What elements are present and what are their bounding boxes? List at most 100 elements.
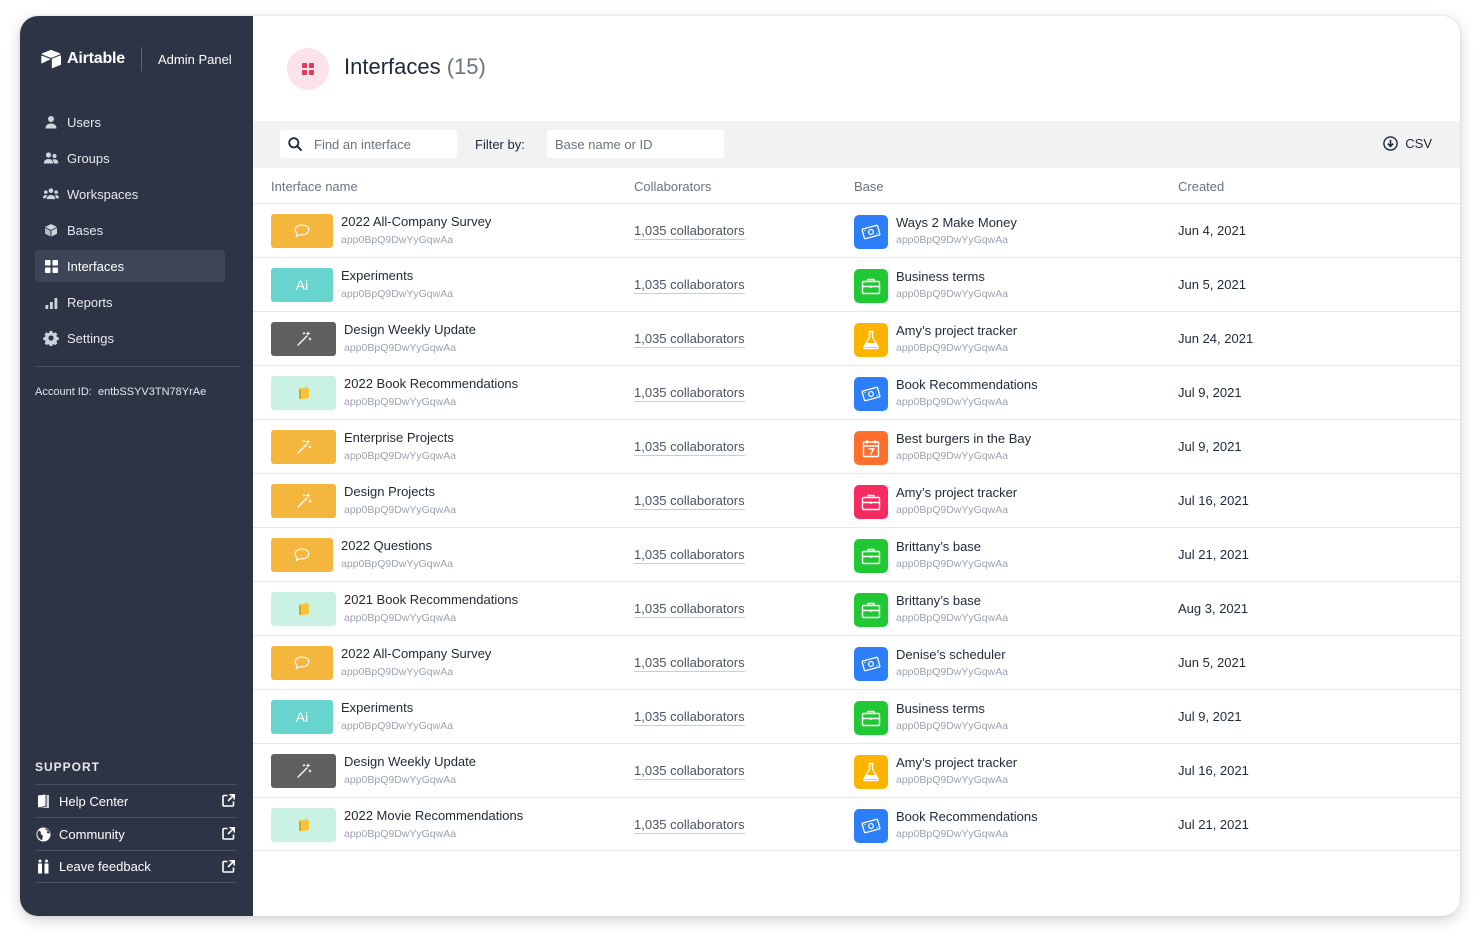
base-icon bbox=[854, 323, 888, 357]
interface-thumbnail[interactable]: Ai bbox=[271, 268, 333, 302]
external-link-icon bbox=[222, 827, 235, 840]
collaborators-link[interactable]: 1,035 collaborators bbox=[634, 493, 745, 510]
table-row[interactable]: 2022 Movie Recommendations app0BpQ9DwYyG… bbox=[253, 797, 1460, 851]
interface-thumbnail[interactable] bbox=[271, 646, 333, 680]
csv-export-button[interactable]: CSV bbox=[1383, 136, 1432, 151]
help-center-link[interactable]: Help Center bbox=[35, 784, 237, 817]
created-date: Jun 4, 2021 bbox=[1178, 223, 1246, 238]
interface-name[interactable]: 2022 Movie Recommendations bbox=[344, 808, 523, 823]
column-header-name[interactable]: Interface name bbox=[271, 179, 358, 194]
column-header-base[interactable]: Base bbox=[854, 179, 884, 194]
interface-thumbnail[interactable] bbox=[271, 808, 336, 842]
table-row[interactable]: Ai Experiments app0BpQ9DwYyGqwAa 1,035 c… bbox=[253, 689, 1460, 743]
interface-thumbnail[interactable] bbox=[271, 376, 336, 410]
table-row[interactable]: 2022 All-Company Survey app0BpQ9DwYyGqwA… bbox=[253, 203, 1460, 257]
collaborators-link[interactable]: 1,035 collaborators bbox=[634, 385, 745, 402]
interface-name[interactable]: 2022 Questions bbox=[341, 538, 432, 553]
base-name[interactable]: Denise’s scheduler bbox=[896, 647, 1006, 662]
created-date: Jul 16, 2021 bbox=[1178, 763, 1249, 778]
sidebar-item-bases[interactable]: Bases bbox=[35, 214, 225, 246]
interface-id: app0BpQ9DwYyGqwAa bbox=[344, 774, 457, 786]
main-content: Interfaces (15) Find an interface Filter… bbox=[253, 16, 1460, 916]
base-filter-input[interactable]: Base name or ID bbox=[547, 130, 724, 158]
interface-thumbnail[interactable] bbox=[271, 322, 336, 356]
created-date: Jun 5, 2021 bbox=[1178, 655, 1246, 670]
base-id: app0BpQ9DwYyGqwAa bbox=[896, 504, 1009, 516]
collaborators-link[interactable]: 1,035 collaborators bbox=[634, 277, 745, 294]
interface-thumbnail[interactable]: Ai bbox=[271, 700, 333, 734]
base-name[interactable]: Amy’s project tracker bbox=[896, 755, 1017, 770]
interfaces-grid-icon bbox=[287, 48, 329, 90]
interface-thumbnail[interactable] bbox=[271, 484, 336, 518]
sidebar-item-label: Settings bbox=[67, 330, 114, 346]
column-header-created[interactable]: Created bbox=[1178, 179, 1224, 194]
base-name[interactable]: Book Recommendations bbox=[896, 377, 1038, 392]
base-name[interactable]: Amy’s project tracker bbox=[896, 485, 1017, 500]
column-header-collaborators[interactable]: Collaborators bbox=[634, 179, 711, 194]
base-id: app0BpQ9DwYyGqwAa bbox=[896, 666, 1009, 678]
account-id: Account ID: entbSSYV3TN78YrAe bbox=[35, 386, 206, 398]
interface-thumbnail[interactable] bbox=[271, 430, 336, 464]
money-icon bbox=[861, 818, 881, 834]
collaborators-link[interactable]: 1,035 collaborators bbox=[634, 223, 745, 240]
sidebar-item-interfaces[interactable]: Interfaces bbox=[35, 250, 225, 282]
interface-name[interactable]: Experiments bbox=[341, 700, 413, 715]
interface-thumbnail[interactable] bbox=[271, 538, 333, 572]
table-row[interactable]: 2022 Book Recommendations app0BpQ9DwYyGq… bbox=[253, 365, 1460, 419]
sidebar-item-label: Users bbox=[67, 114, 101, 130]
collaborators-link[interactable]: 1,035 collaborators bbox=[634, 709, 745, 726]
cube-icon bbox=[43, 222, 59, 238]
interface-name[interactable]: Design Weekly Update bbox=[344, 754, 476, 769]
sidebar-item-label: Interfaces bbox=[67, 258, 125, 274]
collaborators-link[interactable]: 1,035 collaborators bbox=[634, 655, 745, 672]
interface-name[interactable]: 2022 All-Company Survey bbox=[341, 214, 491, 229]
interface-name[interactable]: 2022 All-Company Survey bbox=[341, 646, 491, 661]
sidebar-item-groups[interactable]: Groups bbox=[35, 142, 225, 174]
base-name[interactable]: Amy’s project tracker bbox=[896, 323, 1017, 338]
collaborators-link[interactable]: 1,035 collaborators bbox=[634, 763, 745, 780]
base-name[interactable]: Best burgers in the Bay bbox=[896, 431, 1031, 446]
interface-name[interactable]: Experiments bbox=[341, 268, 413, 283]
collaborators-link[interactable]: 1,035 collaborators bbox=[634, 547, 745, 564]
interface-name[interactable]: Design Projects bbox=[344, 484, 435, 499]
collaborators-link[interactable]: 1,035 collaborators bbox=[634, 817, 745, 834]
created-date: Jul 21, 2021 bbox=[1178, 817, 1249, 832]
sidebar-item-reports[interactable]: Reports bbox=[35, 286, 225, 318]
interface-name[interactable]: Design Weekly Update bbox=[344, 322, 476, 337]
sidebar-item-settings[interactable]: Settings bbox=[35, 322, 225, 354]
collaborators-link[interactable]: 1,035 collaborators bbox=[634, 439, 745, 456]
base-name[interactable]: Ways 2 Make Money bbox=[896, 215, 1017, 230]
interface-name[interactable]: Enterprise Projects bbox=[344, 430, 454, 445]
collaborators-link[interactable]: 1,035 collaborators bbox=[634, 331, 745, 348]
table-row[interactable]: 2022 All-Company Survey app0BpQ9DwYyGqwA… bbox=[253, 635, 1460, 689]
interface-thumbnail[interactable] bbox=[271, 592, 336, 626]
base-icon bbox=[854, 593, 888, 627]
interface-name[interactable]: 2022 Book Recommendations bbox=[344, 376, 518, 391]
comment-icon bbox=[294, 548, 310, 562]
sidebar: Airtable Admin Panel Users Groups Worksp… bbox=[20, 16, 253, 916]
base-id: app0BpQ9DwYyGqwAa bbox=[896, 612, 1009, 624]
search-icon bbox=[288, 137, 302, 151]
table-row[interactable]: 2022 Questions app0BpQ9DwYyGqwAa 1,035 c… bbox=[253, 527, 1460, 581]
sidebar-item-workspaces[interactable]: Workspaces bbox=[35, 178, 225, 210]
table-row[interactable]: Design Projects app0BpQ9DwYyGqwAa 1,035 … bbox=[253, 473, 1460, 527]
base-name[interactable]: Brittany’s base bbox=[896, 539, 981, 554]
search-input[interactable]: Find an interface bbox=[280, 130, 457, 158]
table-row[interactable]: 2021 Book Recommendations app0BpQ9DwYyGq… bbox=[253, 581, 1460, 635]
table-row[interactable]: Design Weekly Update app0BpQ9DwYyGqwAa 1… bbox=[253, 311, 1460, 365]
interface-thumbnail[interactable] bbox=[271, 754, 336, 788]
collaborators-link[interactable]: 1,035 collaborators bbox=[634, 601, 745, 618]
table-row[interactable]: Ai Experiments app0BpQ9DwYyGqwAa 1,035 c… bbox=[253, 257, 1460, 311]
sidebar-item-users[interactable]: Users bbox=[35, 106, 225, 138]
base-name[interactable]: Business terms bbox=[896, 701, 985, 716]
base-name[interactable]: Book Recommendations bbox=[896, 809, 1038, 824]
interface-thumbnail[interactable] bbox=[271, 214, 333, 248]
interface-id: app0BpQ9DwYyGqwAa bbox=[344, 612, 457, 624]
table-row[interactable]: Enterprise Projects app0BpQ9DwYyGqwAa 1,… bbox=[253, 419, 1460, 473]
leave-feedback-link[interactable]: Leave feedback bbox=[35, 850, 237, 883]
base-name[interactable]: Business terms bbox=[896, 269, 985, 284]
community-link[interactable]: Community bbox=[35, 817, 237, 850]
interface-name[interactable]: 2021 Book Recommendations bbox=[344, 592, 518, 607]
base-name[interactable]: Brittany’s base bbox=[896, 593, 981, 608]
table-row[interactable]: Design Weekly Update app0BpQ9DwYyGqwAa 1… bbox=[253, 743, 1460, 797]
